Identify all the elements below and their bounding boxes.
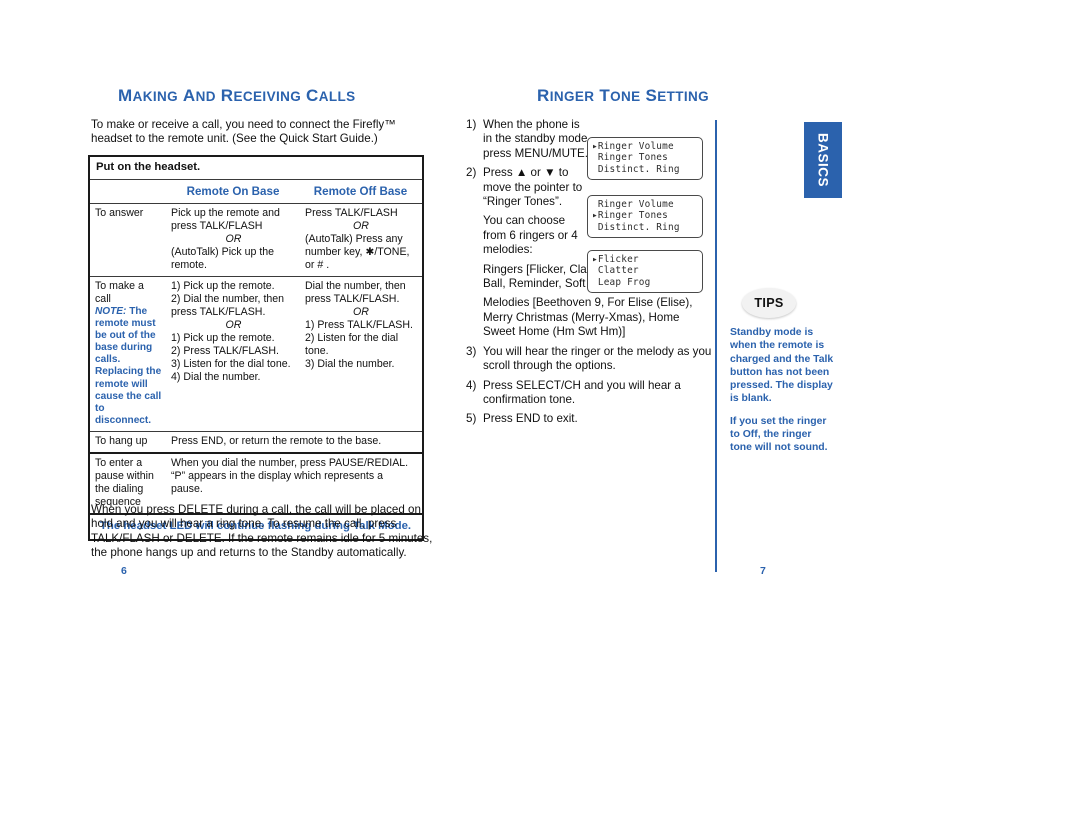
lcd2-line1: Ringer Volume	[592, 199, 674, 210]
melodies-list: Melodies [Beethoven 9, For Elise (Elise)…	[483, 296, 693, 339]
table-banner-label: Put on the headset.	[96, 161, 201, 173]
step-5-text: Press END to exit.	[483, 412, 578, 426]
to-answer-on-base-line2: (AutoTalk) Pick up the remote.	[171, 246, 275, 271]
table-header-remote-on-base: Remote On Base	[186, 185, 280, 198]
title-right-rest-setting: ETTING	[657, 89, 710, 104]
note-text: The remote must be out of the base durin…	[95, 306, 162, 426]
making-receiving-calls-table: Put on the headset. Remote On Base Remot…	[88, 155, 424, 541]
title-left-rest-receiving: ECEIVING	[233, 89, 302, 104]
title-left-cap-c: C	[306, 86, 319, 105]
step-1: 1) When the phone is in the standby mode…	[466, 118, 591, 161]
page-title-left: MAKING AND RECEIVING CALLS	[118, 86, 356, 106]
step-5: 5) Press END to exit.	[466, 412, 712, 426]
row-to-make-call-off-base: Dial the number, then press TALK/FLASH. …	[300, 277, 421, 431]
choose-intro: You can choose from 6 ringers or 4 melod…	[483, 214, 578, 257]
lcd3-line3: Leap Frog	[592, 276, 651, 288]
make-on-base-alt2: 2) Press TALK/FLASH.	[171, 345, 279, 357]
make-off-base-or: OR	[353, 306, 369, 318]
menu-display-ringer-tones: Ringer Volume ▸Ringer Tones Distinct. Ri…	[587, 195, 703, 238]
table-row: To make a call NOTE: The remote must be …	[90, 276, 422, 431]
step-4-text: Press SELECT/CH and you will hear a conf…	[483, 378, 681, 406]
lcd1-line1: ▸Ringer Volume	[592, 141, 674, 152]
row-label-to-answer: To answer	[95, 207, 144, 219]
to-make-call-note: NOTE: The remote must be out of the base…	[95, 306, 162, 427]
page-number-left: 6	[121, 565, 127, 577]
tips-body: Standby mode is when the remote is charg…	[730, 326, 834, 464]
make-off-base-alt3: 3) Dial the number.	[305, 358, 395, 370]
table-header-remote-off-base: Remote Off Base	[313, 185, 408, 198]
make-on-base-alt3: 3) Listen for the dial tone.	[171, 358, 291, 370]
to-answer-on-base-or: OR	[225, 233, 242, 245]
lcd1-line3: Distinct. Ring	[592, 163, 680, 175]
lcd2-line2: ▸Ringer Tones	[592, 210, 668, 222]
tips-badge: TIPS	[742, 288, 796, 318]
lcd3-line2: Clatter	[592, 265, 639, 277]
to-answer-off-base-line1: Press TALK/FLASH	[305, 207, 398, 219]
to-answer-off-base-line2: (AutoTalk) Press any number key, ✱/TONE,…	[305, 233, 410, 271]
menu-display-ringer-list: ▸Flicker Clatter Leap Frog	[587, 250, 703, 293]
title-right-cap-t: T	[599, 86, 611, 105]
title-left-rest-making: AKING	[132, 89, 179, 104]
section-tab-basics: BASICS	[804, 122, 842, 198]
step-1-text: When the phone is in the standby mode, p…	[483, 118, 591, 160]
step-1-marker: 1)	[466, 118, 477, 131]
lcd3-line1: ▸Flicker	[592, 254, 639, 265]
tip-2: If you set the ringer to Off, the ringer…	[730, 415, 828, 454]
title-right-rest-tone: ONE	[610, 89, 641, 104]
step-2-text: Press ▲ or ▼ to move the pointer to “Rin…	[483, 166, 583, 209]
step-2-marker: 2)	[466, 166, 477, 180]
step-5-marker: 5)	[466, 412, 477, 426]
row-to-answer-on-base: Pick up the remote and press TALK/FLASH …	[166, 204, 300, 276]
table-row: To hang up Press END, or return the remo…	[90, 430, 422, 452]
row-to-hang-up-text: Press END, or return the remote to the b…	[171, 434, 382, 447]
make-off-base-line1: Dial the number, then press TALK/FLASH.	[305, 280, 406, 305]
column-divider	[715, 120, 717, 572]
row-label-to-hang-up: To hang up	[95, 434, 148, 447]
step-3: 3) You will hear the ringer or the melod…	[466, 345, 712, 374]
title-left-cap-r: R	[220, 86, 234, 105]
make-on-base-alt1: 1) Pick up the remote.	[171, 332, 275, 344]
to-answer-off-base-or: OR	[353, 220, 369, 232]
page-title-right: RINGER TONE SETTING	[537, 86, 709, 106]
menu-display-ringer-volume: ▸Ringer Volume Ringer Tones Distinct. Ri…	[587, 137, 703, 180]
make-off-base-alt1: 1) Press TALK/FLASH.	[305, 319, 413, 331]
manual-spread: MAKING AND RECEIVING CALLS To make or re…	[0, 0, 1080, 834]
table-header-row: Remote On Base Remote Off Base	[90, 179, 422, 203]
title-right-rest-ringer: INGER	[549, 89, 595, 104]
make-on-base-step1: 1) Pick up the remote.	[171, 280, 275, 292]
closing-paragraph: When you press DELETE during a call, the…	[91, 503, 433, 560]
make-on-base-alt4: 4) Dial the number.	[171, 371, 261, 383]
row-to-make-call-on-base: 1) Pick up the remote. 2) Dial the numbe…	[166, 277, 300, 431]
title-left-cap-a: A	[182, 86, 196, 105]
title-right-cap-s: S	[645, 86, 658, 105]
make-on-base-or: OR	[225, 319, 242, 331]
step-2: 2) Press ▲ or ▼ to move the pointer to “…	[466, 166, 591, 209]
step-3-text: You will hear the ringer or the melody a…	[483, 344, 712, 373]
make-on-base-step2: 2) Dial the number, then press TALK/FLAS…	[171, 293, 285, 318]
title-left-cap-m: M	[118, 86, 133, 105]
tip-1: Standby mode is when the remote is charg…	[730, 327, 834, 405]
tips-badge-label: TIPS	[754, 296, 784, 310]
table-header-blank	[90, 180, 166, 203]
row-label-to-make-a-call: To make a call NOTE: The remote must be …	[90, 277, 166, 431]
title-left-rest-calls: ALLS	[318, 89, 356, 104]
make-off-base-alt2: 2) Listen for the dial tone.	[305, 332, 399, 357]
intro-paragraph: To make or receive a call, you need to c…	[91, 118, 396, 146]
lcd2-line3: Distinct. Ring	[592, 221, 680, 233]
row-to-answer-off-base: Press TALK/FLASH OR (AutoTalk) Press any…	[300, 204, 421, 276]
step-4-marker: 4)	[466, 378, 477, 392]
note-lead: NOTE:	[95, 306, 127, 317]
page-number-right: 7	[760, 565, 766, 577]
title-left-rest-and: ND	[195, 89, 216, 104]
table-banner-row: Put on the headset.	[90, 157, 422, 179]
step-4: 4) Press SELECT/CH and you will hear a c…	[466, 379, 712, 408]
step-3-marker: 3)	[466, 344, 477, 358]
to-answer-on-base-line1: Pick up the remote and press TALK/FLASH	[171, 207, 280, 232]
lcd1-line2: Ringer Tones	[592, 152, 668, 164]
title-right-cap-r: R	[537, 86, 550, 105]
to-make-call-label: To make a call	[95, 280, 144, 305]
table-row: To answer Pick up the remote and press T…	[90, 203, 422, 276]
section-tab-label: BASICS	[815, 132, 831, 188]
